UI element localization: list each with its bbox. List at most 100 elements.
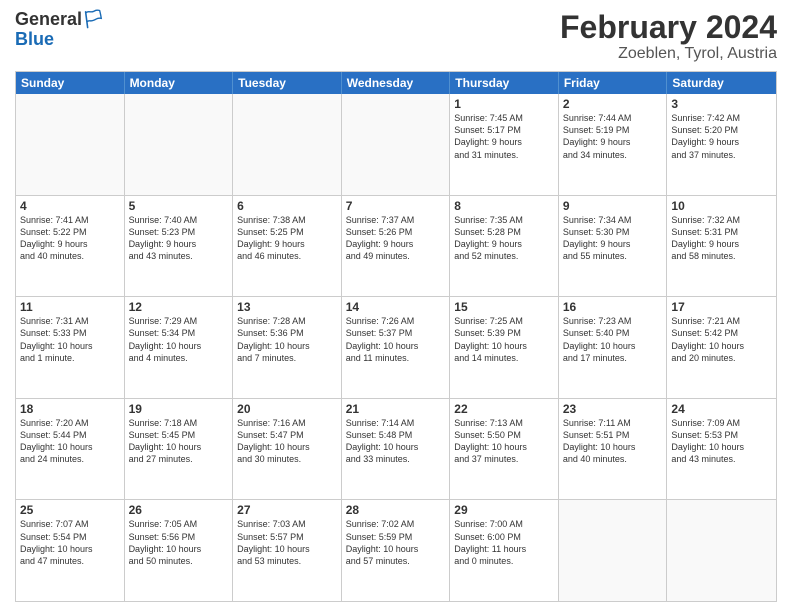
day-info: Sunrise: 7:13 AM Sunset: 5:50 PM Dayligh…: [454, 417, 554, 466]
calendar-cell: 2Sunrise: 7:44 AM Sunset: 5:19 PM Daylig…: [559, 94, 668, 195]
calendar-cell: [559, 500, 668, 601]
logo-flag-icon: 🏳: [82, 9, 105, 29]
calendar-cell: 6Sunrise: 7:38 AM Sunset: 5:25 PM Daylig…: [233, 196, 342, 297]
calendar-row: 4Sunrise: 7:41 AM Sunset: 5:22 PM Daylig…: [16, 195, 776, 297]
day-info: Sunrise: 7:29 AM Sunset: 5:34 PM Dayligh…: [129, 315, 229, 364]
day-number: 29: [454, 503, 554, 517]
day-info: Sunrise: 7:00 AM Sunset: 6:00 PM Dayligh…: [454, 518, 554, 567]
calendar-cell: [125, 94, 234, 195]
day-info: Sunrise: 7:35 AM Sunset: 5:28 PM Dayligh…: [454, 214, 554, 263]
day-info: Sunrise: 7:23 AM Sunset: 5:40 PM Dayligh…: [563, 315, 663, 364]
day-number: 25: [20, 503, 120, 517]
day-info: Sunrise: 7:11 AM Sunset: 5:51 PM Dayligh…: [563, 417, 663, 466]
day-number: 6: [237, 199, 337, 213]
day-info: Sunrise: 7:45 AM Sunset: 5:17 PM Dayligh…: [454, 112, 554, 161]
day-info: Sunrise: 7:40 AM Sunset: 5:23 PM Dayligh…: [129, 214, 229, 263]
day-info: Sunrise: 7:26 AM Sunset: 5:37 PM Dayligh…: [346, 315, 446, 364]
day-number: 15: [454, 300, 554, 314]
day-number: 2: [563, 97, 663, 111]
month-title: February 2024: [560, 10, 777, 45]
calendar-cell: [16, 94, 125, 195]
calendar-cell: 11Sunrise: 7:31 AM Sunset: 5:33 PM Dayli…: [16, 297, 125, 398]
day-info: Sunrise: 7:38 AM Sunset: 5:25 PM Dayligh…: [237, 214, 337, 263]
day-number: 23: [563, 402, 663, 416]
logo-blue: Blue: [15, 29, 54, 49]
calendar-cell: 1Sunrise: 7:45 AM Sunset: 5:17 PM Daylig…: [450, 94, 559, 195]
day-info: Sunrise: 7:14 AM Sunset: 5:48 PM Dayligh…: [346, 417, 446, 466]
calendar-cell: 18Sunrise: 7:20 AM Sunset: 5:44 PM Dayli…: [16, 399, 125, 500]
calendar-row: 18Sunrise: 7:20 AM Sunset: 5:44 PM Dayli…: [16, 398, 776, 500]
day-number: 17: [671, 300, 772, 314]
calendar-cell: [667, 500, 776, 601]
calendar-cell: 24Sunrise: 7:09 AM Sunset: 5:53 PM Dayli…: [667, 399, 776, 500]
calendar-cell: 14Sunrise: 7:26 AM Sunset: 5:37 PM Dayli…: [342, 297, 451, 398]
day-number: 19: [129, 402, 229, 416]
calendar-cell: 19Sunrise: 7:18 AM Sunset: 5:45 PM Dayli…: [125, 399, 234, 500]
day-info: Sunrise: 7:44 AM Sunset: 5:19 PM Dayligh…: [563, 112, 663, 161]
title-block: February 2024 Zoeblen, Tyrol, Austria: [560, 10, 777, 63]
day-number: 8: [454, 199, 554, 213]
day-number: 14: [346, 300, 446, 314]
calendar-cell: 17Sunrise: 7:21 AM Sunset: 5:42 PM Dayli…: [667, 297, 776, 398]
calendar-cell: 27Sunrise: 7:03 AM Sunset: 5:57 PM Dayli…: [233, 500, 342, 601]
header: General🏳 Blue February 2024 Zoeblen, Tyr…: [15, 10, 777, 63]
day-info: Sunrise: 7:09 AM Sunset: 5:53 PM Dayligh…: [671, 417, 772, 466]
calendar-cell: [233, 94, 342, 195]
day-number: 28: [346, 503, 446, 517]
day-number: 11: [20, 300, 120, 314]
calendar-cell: 21Sunrise: 7:14 AM Sunset: 5:48 PM Dayli…: [342, 399, 451, 500]
day-info: Sunrise: 7:05 AM Sunset: 5:56 PM Dayligh…: [129, 518, 229, 567]
logo: General🏳 Blue: [15, 10, 105, 50]
calendar-cell: 23Sunrise: 7:11 AM Sunset: 5:51 PM Dayli…: [559, 399, 668, 500]
day-info: Sunrise: 7:21 AM Sunset: 5:42 PM Dayligh…: [671, 315, 772, 364]
location-title: Zoeblen, Tyrol, Austria: [560, 45, 777, 63]
calendar-row: 1Sunrise: 7:45 AM Sunset: 5:17 PM Daylig…: [16, 94, 776, 195]
calendar-cell: [342, 94, 451, 195]
day-number: 12: [129, 300, 229, 314]
day-number: 27: [237, 503, 337, 517]
calendar-cell: 29Sunrise: 7:00 AM Sunset: 6:00 PM Dayli…: [450, 500, 559, 601]
calendar-row: 25Sunrise: 7:07 AM Sunset: 5:54 PM Dayli…: [16, 499, 776, 601]
calendar-cell: 5Sunrise: 7:40 AM Sunset: 5:23 PM Daylig…: [125, 196, 234, 297]
weekday-header: Sunday: [16, 72, 125, 94]
calendar-cell: 10Sunrise: 7:32 AM Sunset: 5:31 PM Dayli…: [667, 196, 776, 297]
day-info: Sunrise: 7:32 AM Sunset: 5:31 PM Dayligh…: [671, 214, 772, 263]
day-number: 18: [20, 402, 120, 416]
day-number: 1: [454, 97, 554, 111]
day-info: Sunrise: 7:41 AM Sunset: 5:22 PM Dayligh…: [20, 214, 120, 263]
day-number: 9: [563, 199, 663, 213]
day-info: Sunrise: 7:42 AM Sunset: 5:20 PM Dayligh…: [671, 112, 772, 161]
calendar-cell: 20Sunrise: 7:16 AM Sunset: 5:47 PM Dayli…: [233, 399, 342, 500]
day-info: Sunrise: 7:25 AM Sunset: 5:39 PM Dayligh…: [454, 315, 554, 364]
calendar-cell: 22Sunrise: 7:13 AM Sunset: 5:50 PM Dayli…: [450, 399, 559, 500]
day-info: Sunrise: 7:07 AM Sunset: 5:54 PM Dayligh…: [20, 518, 120, 567]
logo-general: General: [15, 9, 82, 29]
day-number: 26: [129, 503, 229, 517]
weekday-header: Thursday: [450, 72, 559, 94]
calendar-row: 11Sunrise: 7:31 AM Sunset: 5:33 PM Dayli…: [16, 296, 776, 398]
day-number: 5: [129, 199, 229, 213]
day-info: Sunrise: 7:02 AM Sunset: 5:59 PM Dayligh…: [346, 518, 446, 567]
day-info: Sunrise: 7:37 AM Sunset: 5:26 PM Dayligh…: [346, 214, 446, 263]
day-number: 3: [671, 97, 772, 111]
day-info: Sunrise: 7:16 AM Sunset: 5:47 PM Dayligh…: [237, 417, 337, 466]
weekday-header: Wednesday: [342, 72, 451, 94]
weekday-header: Tuesday: [233, 72, 342, 94]
logo-text: General🏳 Blue: [15, 10, 105, 50]
calendar-body: 1Sunrise: 7:45 AM Sunset: 5:17 PM Daylig…: [16, 94, 776, 601]
calendar-cell: 13Sunrise: 7:28 AM Sunset: 5:36 PM Dayli…: [233, 297, 342, 398]
day-info: Sunrise: 7:34 AM Sunset: 5:30 PM Dayligh…: [563, 214, 663, 263]
day-info: Sunrise: 7:18 AM Sunset: 5:45 PM Dayligh…: [129, 417, 229, 466]
day-number: 4: [20, 199, 120, 213]
day-info: Sunrise: 7:20 AM Sunset: 5:44 PM Dayligh…: [20, 417, 120, 466]
calendar: SundayMondayTuesdayWednesdayThursdayFrid…: [15, 71, 777, 602]
calendar-cell: 25Sunrise: 7:07 AM Sunset: 5:54 PM Dayli…: [16, 500, 125, 601]
calendar-cell: 9Sunrise: 7:34 AM Sunset: 5:30 PM Daylig…: [559, 196, 668, 297]
calendar-cell: 7Sunrise: 7:37 AM Sunset: 5:26 PM Daylig…: [342, 196, 451, 297]
weekday-header: Saturday: [667, 72, 776, 94]
calendar-cell: 3Sunrise: 7:42 AM Sunset: 5:20 PM Daylig…: [667, 94, 776, 195]
page: General🏳 Blue February 2024 Zoeblen, Tyr…: [0, 0, 792, 612]
day-number: 10: [671, 199, 772, 213]
day-number: 20: [237, 402, 337, 416]
day-info: Sunrise: 7:03 AM Sunset: 5:57 PM Dayligh…: [237, 518, 337, 567]
